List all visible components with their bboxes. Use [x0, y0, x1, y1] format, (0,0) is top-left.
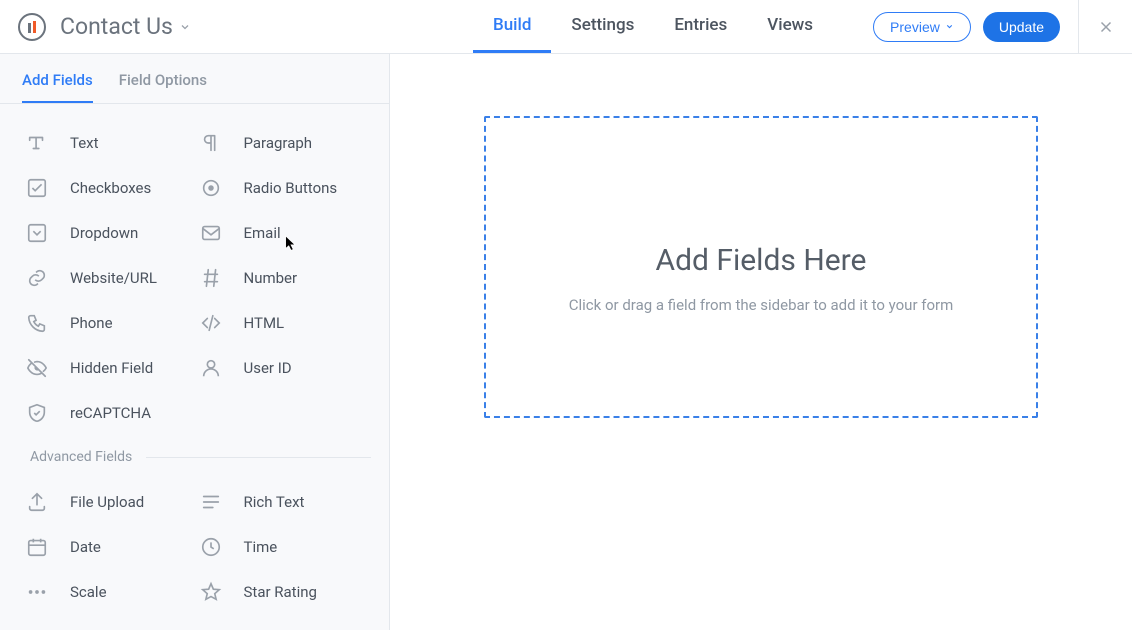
tab-settings[interactable]: Settings	[551, 0, 654, 53]
field-label: File Upload	[70, 493, 144, 511]
dropzone-title: Add Fields Here	[656, 243, 867, 278]
field-rich-text[interactable]: Rich Text	[198, 479, 372, 524]
field-radio-buttons[interactable]: Radio Buttons	[198, 165, 372, 210]
chevron-down-icon	[945, 22, 954, 31]
field-user-id[interactable]: User ID	[198, 345, 372, 390]
field-label: Rich Text	[244, 493, 305, 511]
chevron-down-icon	[179, 21, 191, 33]
advanced-fields-grid: File Upload Rich Text Date Time Scale Star Ra…	[0, 479, 389, 614]
field-html[interactable]: HTML	[198, 300, 372, 345]
field-email[interactable]: Email	[198, 210, 372, 255]
field-scale[interactable]: Scale	[24, 569, 198, 614]
html-icon	[198, 310, 224, 336]
field-text[interactable]: Text	[24, 120, 198, 165]
field-label: Star Rating	[244, 583, 317, 601]
field-number[interactable]: Number	[198, 255, 372, 300]
basic-fields-grid: Text Paragraph Checkboxes Radio Buttons Drop…	[0, 120, 389, 435]
close-button[interactable]	[1078, 0, 1132, 54]
link-icon	[24, 265, 50, 291]
field-label: Paragraph	[244, 134, 313, 152]
field-phone[interactable]: Phone	[24, 300, 198, 345]
scale-icon	[24, 579, 50, 605]
field-website-url[interactable]: Website/URL	[24, 255, 198, 300]
field-label: Checkboxes	[70, 179, 151, 197]
field-label: Phone	[70, 314, 113, 332]
preview-button[interactable]: Preview	[873, 12, 971, 42]
field-recaptcha[interactable]: reCAPTCHA	[24, 390, 198, 435]
field-label: Hidden Field	[70, 359, 153, 377]
dropzone[interactable]: Add Fields Here Click or drag a field fr…	[484, 116, 1038, 418]
hash-icon	[198, 265, 224, 291]
text-icon	[24, 130, 50, 156]
phone-icon	[24, 310, 50, 336]
close-icon	[1097, 18, 1115, 36]
sidebar-tab-field-options[interactable]: Field Options	[119, 71, 207, 103]
field-star-rating[interactable]: Star Rating	[198, 569, 372, 614]
radio-icon	[198, 175, 224, 201]
sidebar-tabs: Add Fields Field Options	[0, 54, 389, 104]
sidebar-tab-add-fields[interactable]: Add Fields	[22, 71, 93, 103]
email-icon	[198, 220, 224, 246]
field-label: User ID	[244, 359, 292, 377]
tab-views[interactable]: Views	[747, 0, 833, 53]
field-label: HTML	[244, 314, 285, 332]
field-file-upload[interactable]: File Upload	[24, 479, 198, 524]
update-button[interactable]: Update	[983, 12, 1060, 42]
hidden-icon	[24, 355, 50, 381]
field-label: reCAPTCHA	[70, 404, 151, 422]
field-label: Time	[244, 538, 278, 556]
user-icon	[198, 355, 224, 381]
tab-entries[interactable]: Entries	[654, 0, 747, 53]
field-paragraph[interactable]: Paragraph	[198, 120, 372, 165]
dropdown-icon	[24, 220, 50, 246]
upload-icon	[24, 489, 50, 515]
field-hidden-field[interactable]: Hidden Field	[24, 345, 198, 390]
field-time[interactable]: Time	[198, 524, 372, 569]
paragraph-icon	[198, 130, 224, 156]
app-logo	[18, 13, 46, 41]
field-label: Dropdown	[70, 224, 138, 242]
shield-icon	[24, 400, 50, 426]
form-title-dropdown[interactable]: Contact Us	[60, 13, 191, 40]
field-label: Text	[70, 134, 99, 152]
form-title-text: Contact Us	[60, 13, 173, 40]
field-label: Email	[244, 224, 281, 242]
advanced-fields-header: Advanced Fields	[0, 435, 389, 479]
checkbox-icon	[24, 175, 50, 201]
tab-build[interactable]: Build	[473, 0, 551, 53]
dropzone-subtitle: Click or drag a field from the sidebar t…	[569, 296, 954, 314]
field-label: Number	[244, 269, 298, 287]
field-date[interactable]: Date	[24, 524, 198, 569]
date-icon	[24, 534, 50, 560]
field-label: Website/URL	[70, 269, 157, 287]
field-label: Date	[70, 538, 101, 556]
main-tabs: Build Settings Entries Views	[473, 0, 833, 53]
star-icon	[198, 579, 224, 605]
time-icon	[198, 534, 224, 560]
form-canvas: Add Fields Here Click or drag a field fr…	[390, 54, 1132, 630]
field-label: Radio Buttons	[244, 179, 338, 197]
top-actions: Preview Update	[833, 12, 1078, 42]
field-checkboxes[interactable]: Checkboxes	[24, 165, 198, 210]
sidebar: Add Fields Field Options Text Paragraph Ch…	[0, 54, 390, 630]
field-dropdown[interactable]: Dropdown	[24, 210, 198, 255]
top-bar: Contact Us Build Settings Entries Views …	[0, 0, 1132, 54]
richtext-icon	[198, 489, 224, 515]
field-label: Scale	[70, 583, 107, 601]
